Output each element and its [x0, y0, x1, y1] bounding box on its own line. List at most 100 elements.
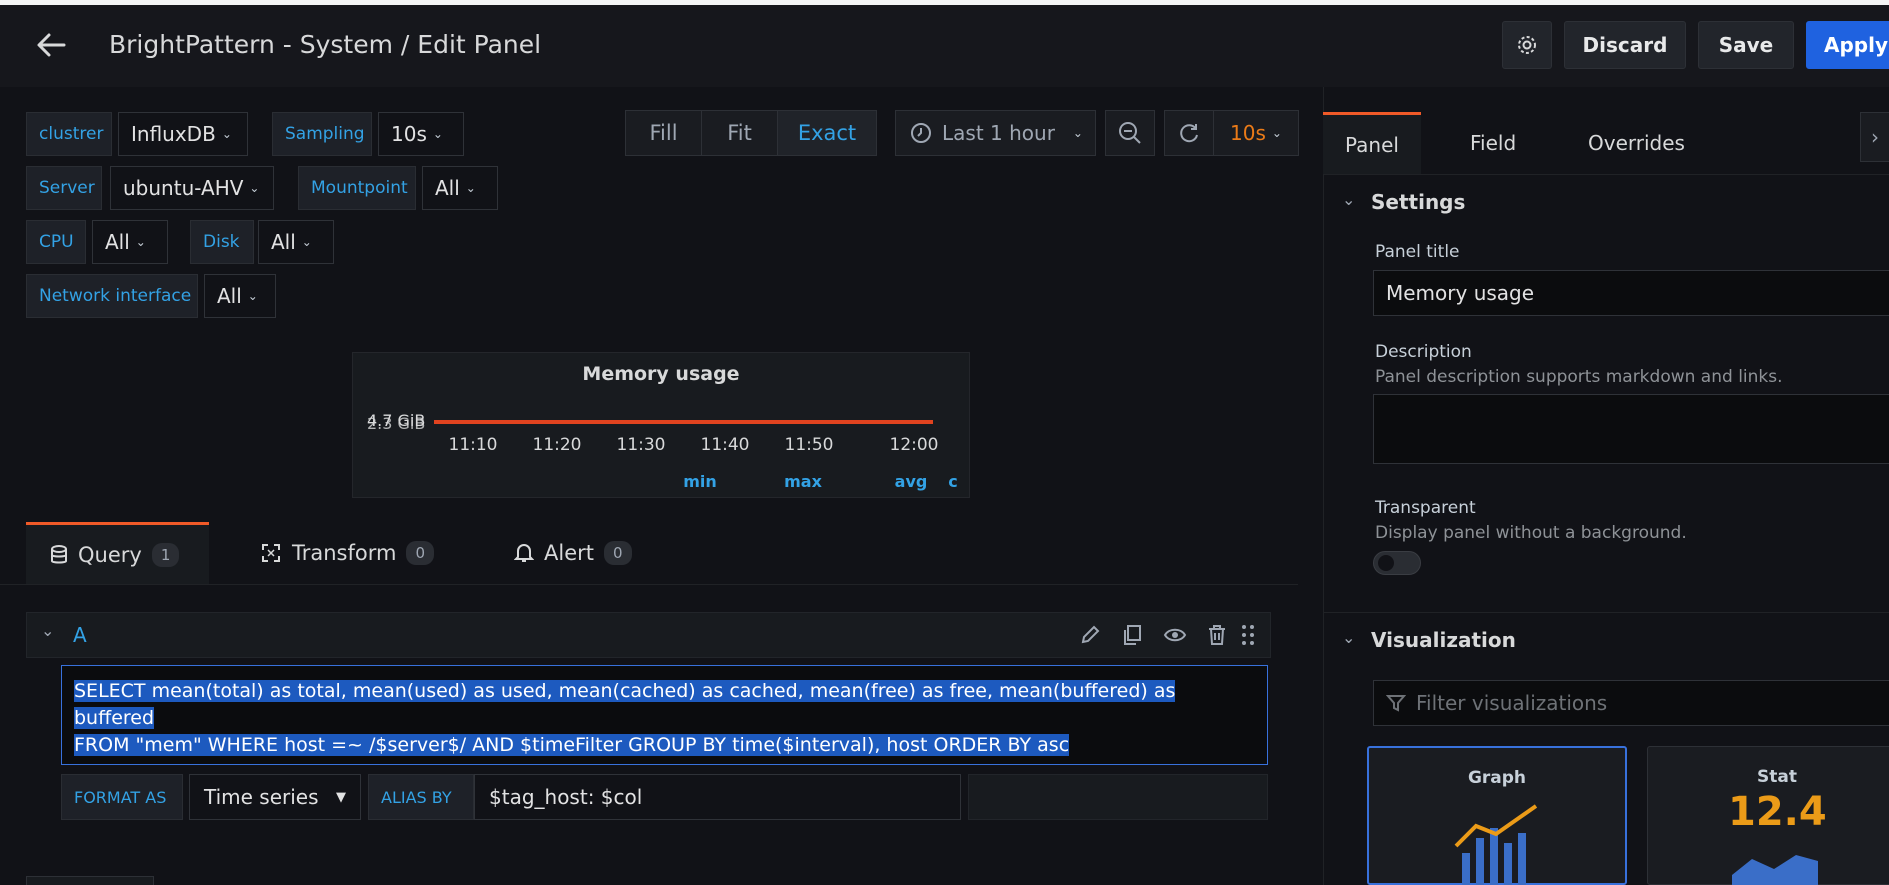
var-label-disk: Disk — [190, 220, 254, 264]
zoom-out-button[interactable] — [1105, 110, 1155, 156]
var-label-network-interface: Network interface — [26, 274, 198, 318]
refresh-button[interactable] — [1164, 110, 1214, 156]
var-select-network-interface[interactable]: All ⌄ — [204, 274, 276, 318]
tab-label: Query — [78, 542, 142, 567]
alias-by-input[interactable]: $tag_host: $col — [474, 774, 961, 820]
format-as-select[interactable]: Time series ▼ — [189, 774, 361, 820]
panel-title-input[interactable]: Memory usage — [1373, 270, 1889, 316]
eye-icon[interactable] — [1163, 624, 1187, 646]
clock-icon — [911, 123, 931, 143]
panel-title-label: Panel title — [1375, 242, 1460, 262]
tab-field[interactable]: Field — [1448, 112, 1538, 174]
viz-card-graph[interactable]: Graph — [1367, 746, 1627, 885]
x-tick-label: 12:00 — [890, 435, 939, 455]
zoom-out-icon — [1119, 122, 1141, 144]
var-value: ubuntu-AHV — [123, 176, 244, 200]
var-value: All — [217, 284, 242, 308]
options-tabs-underline — [1323, 174, 1889, 175]
duplicate-icon[interactable] — [1121, 624, 1143, 646]
visualization-section-title[interactable]: Visualization — [1371, 628, 1516, 652]
display-mode-fit[interactable]: Fit — [701, 110, 778, 156]
query-tabs: Query 1 Transform 0 Alert 0 — [0, 522, 1298, 584]
format-as-label: FORMAT AS — [61, 774, 183, 820]
tab-transform[interactable]: Transform 0 — [236, 522, 458, 584]
chevron-down-icon: ⌄ — [1072, 126, 1083, 140]
legend-header-max[interactable]: max — [784, 472, 822, 491]
legend-header-avg[interactable]: avg — [895, 472, 928, 491]
chevron-down-icon[interactable]: ⌄ — [1342, 190, 1355, 209]
viz-card-title: Graph — [1467, 768, 1527, 788]
apply-button[interactable]: Apply — [1806, 21, 1889, 69]
settings-button[interactable] — [1502, 21, 1552, 69]
var-value: All — [271, 230, 296, 254]
panel-preview: Memory usage 4.7 GiB 2.3 GiB 11:10 11:20… — [352, 352, 970, 498]
discard-button[interactable]: Discard — [1564, 21, 1686, 69]
var-label-mountpoint: Mountpoint — [298, 166, 416, 210]
trash-icon[interactable] — [1207, 624, 1227, 646]
chevron-down-icon: ⌄ — [465, 181, 476, 195]
var-value: All — [105, 230, 130, 254]
query-textarea[interactable]: SELECT mean(total) as total, mean(used) … — [61, 665, 1268, 765]
tab-label: Alert — [544, 541, 594, 565]
description-label: Description — [1375, 342, 1472, 362]
x-tick-label: 11:30 — [617, 435, 666, 455]
gear-icon — [1518, 36, 1536, 54]
alias-by-label: ALIAS BY — [368, 774, 474, 820]
var-select-clustrer[interactable]: InfluxDB ⌄ — [118, 112, 248, 156]
transform-icon — [262, 544, 280, 562]
settings-section-title[interactable]: Settings — [1371, 190, 1465, 214]
var-label-server: Server — [26, 166, 102, 210]
var-select-mountpoint[interactable]: All ⌄ — [422, 166, 498, 210]
display-mode-exact[interactable]: Exact — [777, 110, 877, 156]
var-select-disk[interactable]: All ⌄ — [258, 220, 334, 264]
add-query-button[interactable] — [26, 876, 154, 885]
time-range-label: Last 1 hour — [942, 121, 1055, 145]
edit-icon[interactable] — [1079, 624, 1101, 646]
y-axis-label: 2.3 GiB — [367, 414, 425, 433]
section-divider — [1323, 612, 1889, 613]
collapse-pane-button[interactable]: › — [1860, 112, 1889, 162]
tab-query[interactable]: Query 1 — [26, 522, 209, 584]
transparent-toggle[interactable] — [1373, 551, 1421, 575]
var-select-server[interactable]: ubuntu-AHV ⌄ — [110, 166, 274, 210]
query-ref-id[interactable]: A — [73, 623, 87, 647]
collapse-chevron-icon[interactable]: ⌄ — [41, 621, 54, 640]
legend-header-min[interactable]: min — [683, 472, 717, 491]
viz-card-title: Stat — [1757, 767, 1797, 787]
drag-handle-icon[interactable] — [1241, 624, 1255, 646]
chevron-down-icon: ⌄ — [221, 127, 232, 141]
refresh-interval-select[interactable]: 10s ⌄ — [1213, 110, 1299, 156]
x-tick-label: 11:10 — [449, 435, 498, 455]
chevron-down-icon: ⌄ — [249, 181, 260, 195]
x-tick-label: 11:20 — [533, 435, 582, 455]
chevron-down-icon[interactable]: ⌄ — [1342, 628, 1355, 647]
tab-overrides[interactable]: Overrides — [1566, 112, 1707, 174]
toggle-knob — [1378, 555, 1394, 571]
x-tick-label: 11:40 — [701, 435, 750, 455]
var-select-sampling[interactable]: 10s ⌄ — [378, 112, 464, 156]
time-picker[interactable]: Last 1 hour ⌄ — [895, 110, 1096, 156]
var-value: 10s — [391, 122, 427, 146]
query-options-filler — [968, 774, 1268, 820]
legend-header-c[interactable]: c — [948, 472, 957, 491]
chevron-down-icon: ⌄ — [1271, 126, 1282, 140]
tab-count-badge: 0 — [604, 541, 632, 565]
refresh-interval: 10s — [1230, 121, 1266, 145]
description-textarea[interactable] — [1373, 394, 1889, 464]
tab-count-badge: 0 — [406, 541, 435, 565]
display-mode-fill[interactable]: Fill — [625, 110, 702, 156]
tab-panel[interactable]: Panel — [1323, 112, 1421, 174]
query-row-header: ⌄ A — [26, 612, 1271, 658]
save-button[interactable]: Save — [1698, 21, 1794, 69]
back-arrow-icon[interactable] — [34, 28, 68, 62]
var-value: InfluxDB — [131, 122, 216, 146]
filter-visualizations-input[interactable]: Filter visualizations — [1373, 680, 1889, 726]
preview-chart: 4.7 GiB 2.3 GiB 11:10 11:20 11:30 11:40 … — [367, 411, 958, 491]
var-label-cpu: CPU — [26, 220, 86, 264]
var-select-cpu[interactable]: All ⌄ — [92, 220, 168, 264]
viz-card-stat[interactable]: Stat 12.4 — [1647, 746, 1889, 885]
tab-alert[interactable]: Alert 0 — [490, 522, 656, 584]
var-label-sampling: Sampling — [272, 112, 372, 156]
graph-viz-icon — [1454, 804, 1538, 885]
format-as-value: Time series — [204, 785, 319, 809]
